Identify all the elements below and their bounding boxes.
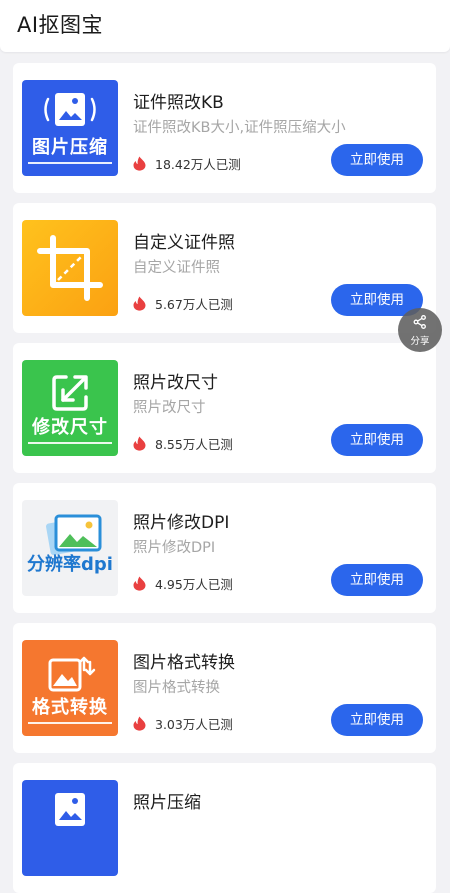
usage-stat: 4.95万人已测 xyxy=(133,573,233,593)
thumbnail-caption: 分辨率dpi xyxy=(27,554,113,575)
usage-stat: 18.42万人已测 xyxy=(133,153,241,173)
tool-card-resize-photo[interactable]: 修改尺寸 照片改尺寸 照片改尺寸 8.55万人已测 立即使用 xyxy=(13,343,436,473)
tool-name: 自定义证件照 xyxy=(133,233,235,253)
tool-thumbnail xyxy=(22,220,118,316)
tool-description: 图片格式转换 xyxy=(133,680,220,696)
caption-underline xyxy=(28,722,112,724)
usage-stat: 3.03万人已测 xyxy=(133,713,233,733)
tool-card-change-dpi[interactable]: 分辨率dpi 照片修改DPI 照片修改DPI 4.95万人已测 立即使用 xyxy=(13,483,436,613)
tool-list: 图片压缩 证件照改KB 证件照改KB大小,证件照压缩大小 18.42万人已测 立… xyxy=(0,0,450,893)
usage-count: 3.03万人已测 xyxy=(155,716,233,732)
resolution-photo-icon xyxy=(46,514,102,556)
crop-icon xyxy=(37,235,103,301)
tool-card-photo-compress[interactable]: 照片压缩 xyxy=(13,763,436,893)
tool-description: 照片修改DPI xyxy=(133,540,216,556)
use-now-button[interactable]: 立即使用 xyxy=(331,424,423,456)
usage-count: 4.95万人已测 xyxy=(155,576,233,592)
flame-icon xyxy=(133,576,146,591)
usage-stat: 8.55万人已测 xyxy=(133,433,233,453)
tool-name: 照片压缩 xyxy=(133,793,201,813)
tool-thumbnail: 修改尺寸 xyxy=(22,360,118,456)
caption-underline xyxy=(28,162,112,164)
tool-card-format-convert[interactable]: 格式转换 图片格式转换 图片格式转换 3.03万人已测 立即使用 xyxy=(13,623,436,753)
tool-thumbnail: 分辨率dpi xyxy=(22,500,118,596)
use-now-button[interactable]: 立即使用 xyxy=(331,144,423,176)
use-now-button[interactable]: 立即使用 xyxy=(331,564,423,596)
usage-count: 18.42万人已测 xyxy=(155,156,241,172)
usage-stat: 5.67万人已测 xyxy=(133,293,233,313)
app-title: AI抠图宝 xyxy=(17,13,104,37)
tool-thumbnail xyxy=(22,780,118,876)
compress-photo-icon xyxy=(55,793,85,826)
tool-card-id-photo-kb[interactable]: 图片压缩 证件照改KB 证件照改KB大小,证件照压缩大小 18.42万人已测 立… xyxy=(13,63,436,193)
flame-icon xyxy=(133,716,146,731)
thumbnail-caption: 图片压缩 xyxy=(32,137,108,158)
share-label: 分享 xyxy=(410,336,430,347)
tool-name: 证件照改KB xyxy=(133,93,224,113)
tool-description: 证件照改KB大小,证件照压缩大小 xyxy=(133,120,346,136)
tool-card-custom-id-photo[interactable]: 自定义证件照 自定义证件照 5.67万人已测 立即使用 xyxy=(13,203,436,333)
tool-thumbnail: 图片压缩 xyxy=(22,80,118,176)
tool-description: 自定义证件照 xyxy=(133,260,220,276)
flame-icon xyxy=(133,436,146,451)
caption-underline xyxy=(28,442,112,444)
use-now-button[interactable]: 立即使用 xyxy=(331,704,423,736)
tool-name: 照片改尺寸 xyxy=(133,373,218,393)
usage-count: 5.67万人已测 xyxy=(155,296,233,312)
tool-thumbnail: 格式转换 xyxy=(22,640,118,736)
share-button[interactable]: 分享 xyxy=(398,308,442,352)
thumbnail-caption: 格式转换 xyxy=(32,697,108,718)
app-bar: AI抠图宝 xyxy=(0,0,450,52)
tool-description: 照片改尺寸 xyxy=(133,400,206,416)
usage-count: 8.55万人已测 xyxy=(155,436,233,452)
share-icon xyxy=(413,315,426,329)
tool-name: 图片格式转换 xyxy=(133,653,235,673)
flame-icon xyxy=(133,156,146,171)
thumbnail-caption: 修改尺寸 xyxy=(32,417,108,438)
flame-icon xyxy=(133,296,146,311)
tool-name: 照片修改DPI xyxy=(133,513,230,533)
